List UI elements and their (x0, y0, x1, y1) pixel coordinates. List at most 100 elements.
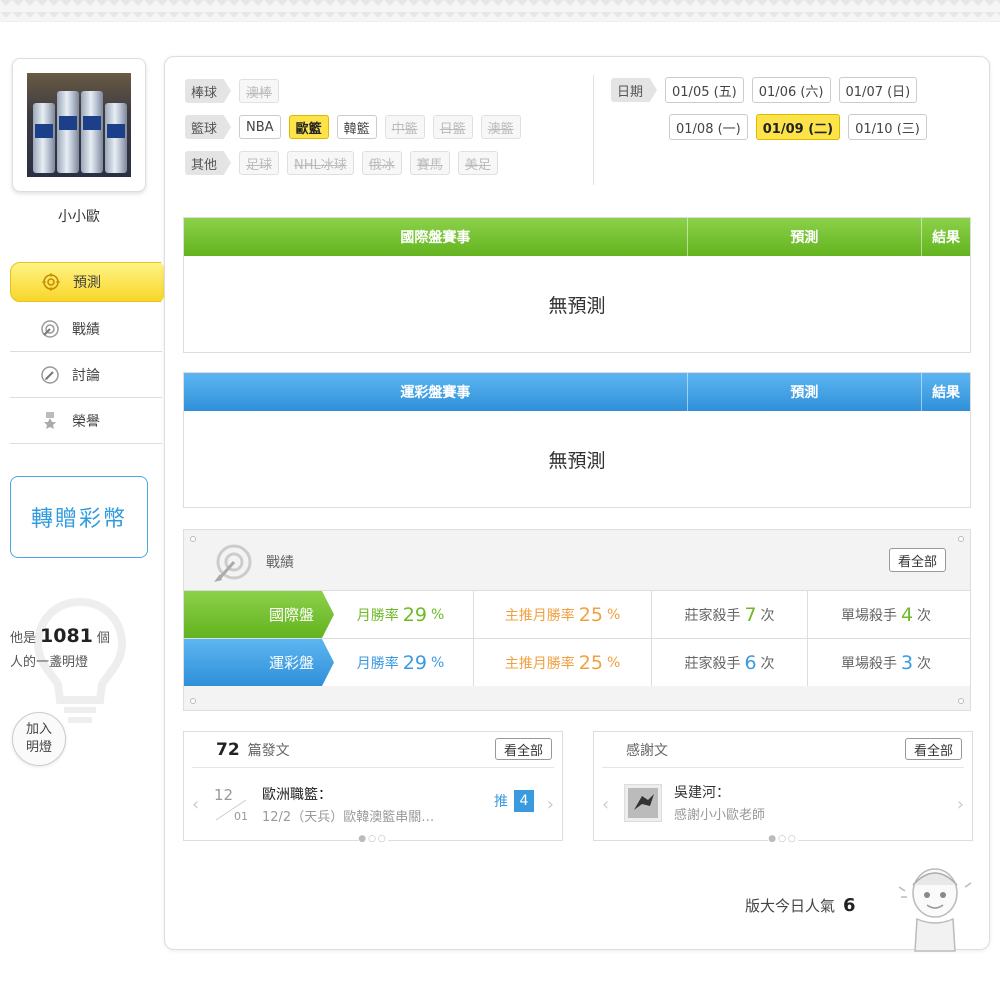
sports-table-header: 運彩盤賽事 預測 結果 (184, 373, 970, 411)
chip-korea-basketball[interactable]: 韓籃 (336, 115, 377, 139)
times-label: 次 (917, 655, 932, 672)
chip-russia-hockey: 俄冰 (361, 151, 402, 175)
filter-basketball: 籃球 NBA 歐籃 韓籃 中籃 日籃 澳籃 (185, 115, 521, 139)
banker-label: 莊家殺手 (684, 655, 741, 672)
medal-icon (40, 411, 60, 431)
sports-single-killer: 單場殺手 3 次 (808, 639, 964, 686)
mascot-icon (898, 868, 972, 952)
avatar[interactable] (12, 58, 146, 192)
join-lamp-button[interactable]: 加入 明燈 (12, 712, 66, 766)
chip-aus-baseball: 澳棒 (239, 79, 280, 103)
side-nav: 預測 戰績 討論 榮譽 (10, 262, 174, 444)
month-rate-label: 月勝率 (356, 655, 399, 672)
sports-month-rate: 月勝率 29% (328, 639, 474, 686)
date-row-2: 01/08 (一) 01/09 (二) 01/10 (三) (669, 114, 927, 140)
chip-nba[interactable]: NBA (239, 115, 281, 139)
posts-see-all-button[interactable]: 看全部 (494, 738, 552, 760)
chip-nhl: NHL冰球 (287, 151, 354, 175)
post-date: 12 01 (214, 786, 254, 826)
nav-item-honor[interactable]: 榮譽 (10, 398, 162, 444)
record-see-all-button[interactable]: 看全部 (888, 548, 946, 572)
banker-value: 7 (744, 603, 757, 626)
chevron-left-icon[interactable]: ‹ (602, 794, 609, 815)
record-label-intl: 國際盤 (184, 591, 334, 638)
sports-banker-killer: 莊家殺手 6 次 (652, 639, 808, 686)
intl-main-rate: 主推月勝率 25% (474, 591, 652, 638)
thanks-avatar[interactable] (624, 784, 662, 822)
push-label: 推 (494, 794, 508, 810)
col-result: 結果 (932, 385, 961, 401)
lamp-line2: 人的一盞明燈 (10, 655, 89, 670)
record-row-intl: 國際盤 月勝率 29% 主推月勝率 25% 莊家殺手 7 次 單場殺手 4 次 (184, 590, 970, 638)
transfer-coins-button[interactable]: 轉贈彩幣 (10, 476, 148, 558)
intl-banker-killer: 莊家殺手 7 次 (652, 591, 808, 638)
date-chip[interactable]: 01/10 (三) (848, 114, 927, 140)
times-label: 次 (760, 607, 775, 624)
popularity-info: 版大今日人氣 6 (745, 895, 856, 916)
date-chip[interactable]: 01/07 (日) (838, 77, 918, 103)
chip-euro-basketball[interactable]: 歐籃 (288, 115, 329, 139)
chip-horse-racing: 賽馬 (409, 151, 450, 175)
chevron-right-icon[interactable]: › (547, 794, 554, 815)
intl-single-killer: 單場殺手 4 次 (808, 591, 964, 638)
chevron-right-icon[interactable]: › (957, 794, 964, 815)
date-chip-selected[interactable]: 01/09 (二) (755, 114, 841, 140)
sports-main-rate: 主推月勝率 25% (474, 639, 652, 686)
post-title[interactable]: 歐洲職籃： (262, 784, 332, 804)
post-snippet[interactable]: 12/2（天兵）歐韓澳籃串關… (262, 806, 468, 825)
nav-label: 討論 (72, 367, 100, 384)
nav-label: 預測 (73, 275, 101, 291)
dart-icon (40, 319, 60, 339)
banker-label: 莊家殺手 (684, 607, 741, 624)
col-sports-match: 運彩盤賽事 (184, 373, 688, 411)
intl-month-rate: 月勝率 29% (328, 591, 474, 638)
record-label-sports: 運彩盤 (184, 639, 334, 686)
chip-japan-basketball: 日籃 (432, 115, 473, 139)
posts-pager[interactable]: ●○○ (358, 834, 388, 844)
main-rate-label: 主推月勝率 (504, 655, 575, 672)
month-rate-value: 29 (402, 651, 427, 674)
filter-label-other: 其他 (185, 151, 232, 175)
date-chip[interactable]: 01/05 (五) (665, 77, 744, 103)
lamp-info: 他是 1081 個 人的一盞明燈 (10, 624, 110, 675)
date-row-1: 日期 01/05 (五) 01/06 (六) 01/07 (日) (611, 77, 918, 103)
chat-edit-icon (40, 365, 60, 385)
sports-empty-message: 無預測 (548, 449, 606, 472)
date-chip[interactable]: 01/08 (一) (669, 114, 748, 140)
nav-item-discuss[interactable]: 討論 (10, 352, 162, 398)
nav-item-predict[interactable]: 預測 (10, 262, 174, 302)
times-label: 次 (917, 607, 932, 624)
nav-item-record[interactable]: 戰績 (10, 306, 162, 352)
col-result: 結果 (932, 230, 961, 246)
nav-label: 戰績 (72, 321, 100, 338)
default-avatar-icon (628, 788, 658, 818)
date-chip[interactable]: 01/06 (六) (751, 77, 831, 103)
nav-label: 榮譽 (72, 413, 100, 430)
record-section: 戰績 看全部 國際盤 月勝率 29% 主推月勝率 25% 莊家殺手 7 次 單場殺手 4 次… (183, 529, 971, 711)
popularity-label: 版大今日人氣 (745, 897, 836, 915)
filter-label-baseball: 棒球 (185, 79, 232, 103)
top-decoration (0, 0, 1000, 22)
pct-sign: % (606, 654, 621, 671)
avatar-image (27, 73, 131, 177)
main-rate-label: 主推月勝率 (504, 607, 575, 624)
thanks-text[interactable]: 感謝小小歐老師 (674, 804, 765, 823)
user-name: 小小歐 (58, 209, 100, 225)
chip-aus-basketball: 澳籃 (480, 115, 521, 139)
lamp-suffix: 個 (96, 631, 110, 646)
intl-prediction-table: 國際盤賽事 預測 結果 無預測 (183, 217, 971, 353)
intl-empty-message: 無預測 (548, 294, 606, 317)
times-label: 次 (760, 655, 775, 672)
single-label: 單場殺手 (840, 655, 897, 672)
lamp-count: 1081 (40, 625, 93, 647)
thanks-author[interactable]: 吳建河： (674, 782, 730, 802)
single-value: 3 (900, 651, 914, 674)
pct-sign: % (430, 606, 445, 623)
posts-count: 72 (216, 739, 240, 760)
record-row-sports: 運彩盤 月勝率 29% 主推月勝率 25% 莊家殺手 6 次 單場殺手 3 次 (184, 638, 970, 686)
thanks-see-all-button[interactable]: 看全部 (904, 738, 962, 760)
chevron-left-icon[interactable]: ‹ (192, 794, 199, 815)
record-title: 戰績 (266, 555, 294, 571)
thanks-pager[interactable]: ●○○ (768, 834, 798, 844)
col-prediction: 預測 (688, 218, 923, 256)
